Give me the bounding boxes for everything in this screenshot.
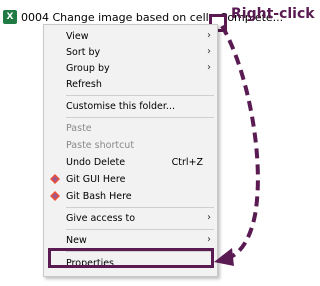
chevron-right-icon: › [207,234,211,245]
menu-item-paste-shortcut: Paste shortcut [44,136,217,154]
menu-separator [66,117,214,118]
menu-separator [66,229,214,230]
menu-item-label: Paste [66,122,92,134]
menu-item-label: Group by [66,62,110,74]
menu-item-label: Customise this folder... [66,100,175,112]
right-click-annotation: Right-click [231,6,315,22]
menu-separator [66,95,214,96]
menu-item-undo-delete[interactable]: Undo Delete Ctrl+Z [44,153,217,171]
menu-item-git-bash-here[interactable]: Git Bash Here [44,187,217,205]
menu-item-new[interactable]: New › [44,231,217,249]
context-menu: View › Sort by › Group by › Refresh Cust… [43,24,218,277]
menu-item-paste: Paste [44,119,217,137]
chevron-right-icon: › [207,46,211,57]
menu-item-label: View [66,30,89,42]
menu-item-label: New [66,234,87,246]
chevron-right-icon: › [207,30,211,41]
git-icon [50,174,60,184]
menu-item-give-access-to[interactable]: Give access to › [44,209,217,227]
menu-item-label: Paste shortcut [66,139,135,151]
chevron-right-icon: › [207,212,211,223]
menu-item-refresh[interactable]: Refresh [44,75,217,93]
menu-item-label: Git Bash Here [66,190,132,202]
menu-separator [66,207,214,208]
dashed-arrow-line [220,24,260,260]
properties-highlight-box [48,248,214,268]
git-icon [50,191,60,201]
menu-item-label: Git GUI Here [66,173,126,185]
menu-item-label: Refresh [66,78,102,90]
excel-icon: X [3,10,17,24]
menu-item-label: Give access to [66,212,136,224]
menu-item-label: Undo Delete [66,156,126,168]
menu-item-shortcut: Ctrl+Z [171,156,203,168]
menu-item-label: Sort by [66,46,101,58]
chevron-right-icon: › [207,62,211,73]
menu-item-customise-folder[interactable]: Customise this folder... [44,97,217,115]
menu-item-git-gui-here[interactable]: Git GUI Here [44,170,217,188]
